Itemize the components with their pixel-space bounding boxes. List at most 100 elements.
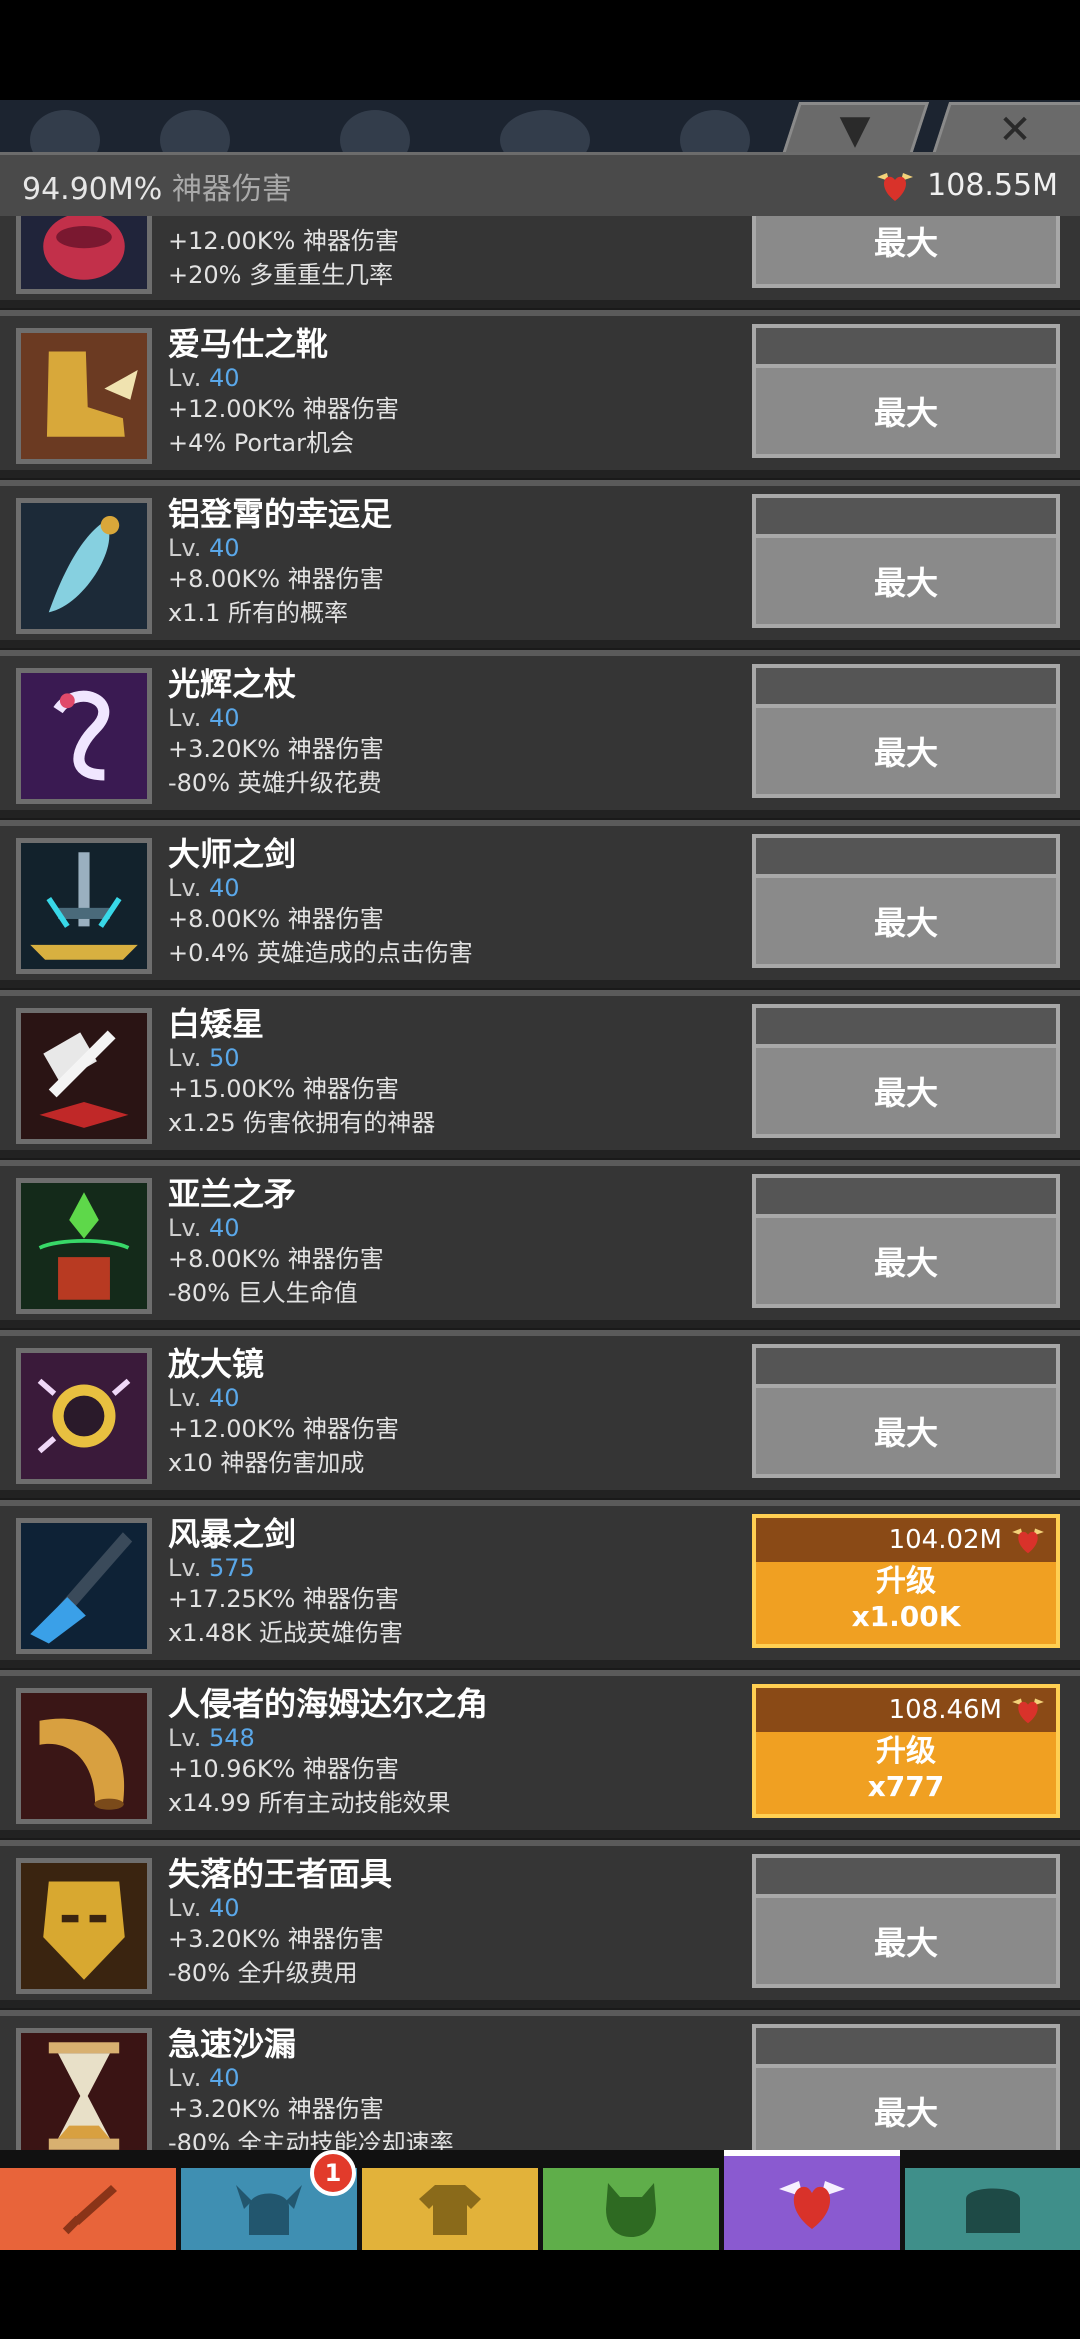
shirt-icon [419,2185,481,2235]
chevron-down-icon: ▼ [839,107,871,153]
upgrade-multiplier: x1.00K [851,1600,961,1633]
artifact-damage-header: 94.90M% 神器伤害 108.55M [0,152,1080,216]
winged-heart-icon [877,172,914,201]
artifact-bonus-primary: +12.00K% 神器伤害 [168,395,399,423]
sword-icon [62,2185,117,2235]
artifact-name: 爱马仕之靴 [168,325,329,363]
artifact-level: Lv. 40 [168,704,240,732]
max-button[interactable]: 最大 [752,664,1060,798]
collapse-button[interactable]: ▼ [780,102,930,158]
bottom-navigation: 1 [0,2150,1080,2250]
artifact-bonus-primary: +17.25K% 神器伤害 [168,1585,399,1613]
close-button[interactable]: ✕ [930,102,1080,158]
status-bar-area [0,0,1080,100]
list-item: 失落的王者面具 Lv. 40 +3.20K% 神器伤害 -80% 全升级费用 最… [0,1840,1080,2008]
king-mask-icon [16,1858,152,1994]
list-item: 急速沙漏 Lv. 40 +3.20K% 神器伤害 -80% 全主动技能冷却速率 … [0,2010,1080,2150]
horn-icon [16,1688,152,1824]
artifact-name: 亚兰之矛 [168,1175,297,1213]
max-button[interactable]: 最大 [752,1854,1060,1988]
notification-badge: 1 [310,2150,356,2196]
magnifier-icon [16,1348,152,1484]
artifact-bonus-secondary: +20% 多重重生几率 [168,261,394,289]
artifact-name: 风暴之剑 [168,1515,297,1553]
artifact-level: Lv. 40 [168,1214,240,1242]
list-item: 光辉之杖 Lv. 40 +3.20K% 神器伤害 -80% 英雄升级花费 最大 [0,650,1080,818]
viking-helmet-icon [236,2185,302,2235]
artifact-bonus-primary: +3.20K% 神器伤害 [168,1925,384,1953]
artifact-bonus-secondary: x10 神器伤害加成 [168,1449,365,1477]
world-icon[interactable] [500,110,590,158]
max-button[interactable]: 最大 [752,1174,1060,1308]
upgrade-button[interactable]: 108.46M 升级 x777 [752,1684,1060,1818]
upgrade-button[interactable]: 104.02M 升级 x1.00K [752,1514,1060,1648]
equipment-tab[interactable] [362,2168,538,2250]
master-sword-icon [16,838,152,974]
tournament-icon[interactable] [680,110,750,158]
artifact-bonus-secondary: +4% Portar机会 [168,429,354,457]
max-button[interactable]: 最大 [752,834,1060,968]
artifact-name: 急速沙漏 [168,2025,297,2063]
hammer-icon [16,1008,152,1144]
pets-tab[interactable] [543,2168,719,2250]
relic-currency: 108.55M [927,168,1058,203]
list-item: 白矮星 Lv. 50 +15.00K% 神器伤害 x1.25 伤害依拥有的神器 … [0,990,1080,1158]
artifact-name: 白矮星 [168,1005,265,1043]
artifacts-tab[interactable] [724,2150,900,2250]
artifact-bonus-primary: +12.00K% 神器伤害 [168,227,399,255]
max-button[interactable]: 最大 [752,1344,1060,1478]
artifact-name: 失落的王者面具 [168,1855,393,1893]
artifact-bonus-secondary: x1.1 所有的概率 [168,599,348,627]
artifact-level: Lv. 548 [168,1724,255,1752]
artifact-name: 放大镜 [168,1345,265,1383]
lucky-foot-icon [16,498,152,634]
max-button[interactable]: 最大 [752,324,1060,458]
artifact-level: Lv. 40 [168,1894,240,1922]
chest-icon [965,2188,1020,2233]
artifact-level: Lv. 40 [168,1384,240,1412]
radiant-staff-icon [16,668,152,804]
storm-sword-icon [16,1518,152,1654]
upgrade-cost: 104.02M [888,1525,1002,1555]
close-icon: ✕ [998,107,1032,153]
shop-tab[interactable] [905,2168,1080,2250]
spear-icon [16,1178,152,1314]
settings-gear-icon[interactable] [30,110,100,158]
hourglass-icon [16,2028,152,2150]
artifact-bonus-primary: +8.00K% 神器伤害 [168,905,384,933]
total-damage-label: 神器伤害 [171,171,292,207]
artifact-bonus-secondary: -80% 巨人生命值 [168,1279,358,1307]
artifact-list[interactable]: +12.00K% 神器伤害 +20% 多重重生几率 最大 爱马仕之靴 Lv. 4… [0,216,1080,2150]
artifact-bonus-primary: +15.00K% 神器伤害 [168,1075,399,1103]
artifact-level: Lv. 40 [168,534,240,562]
winged-heart-icon [779,2181,845,2229]
artifact-bonus-secondary: x1.25 伤害依拥有的神器 [168,1109,436,1137]
artifact-name: 光辉之杖 [168,665,297,703]
winged-heart-icon [1012,1528,1044,1554]
sword-tab[interactable] [0,2168,176,2250]
max-button[interactable]: 最大 [752,2024,1060,2150]
list-item: +12.00K% 神器伤害 +20% 多重重生几率 最大 [0,216,1080,308]
artifact-bonus-primary: +3.20K% 神器伤害 [168,2095,384,2123]
max-button[interactable]: 最大 [752,216,1060,288]
map-icon[interactable] [340,110,410,158]
artifact-bonus-secondary: -80% 全升级费用 [168,1959,358,1987]
gesture-bar-area [0,2250,1080,2339]
max-button[interactable]: 最大 [752,494,1060,628]
artifact-bonus-secondary: -80% 全主动技能冷却速率 [168,2129,454,2150]
artifact-bonus-primary: +8.00K% 神器伤害 [168,565,384,593]
artifact-name: 大师之剑 [168,835,297,873]
upgrade-cost: 108.46M [888,1695,1002,1725]
artifact-name: 人侵者的海姆达尔之角 [168,1685,489,1723]
artifact-bonus-secondary: x1.48K 近战英雄伤害 [168,1619,404,1647]
artifact-level: Lv. 575 [168,1554,255,1582]
artifact-bonus-primary: +10.96K% 神器伤害 [168,1755,399,1783]
clan-icon[interactable] [160,110,230,158]
list-item: 放大镜 Lv. 40 +12.00K% 神器伤害 x10 神器伤害加成 最大 [0,1330,1080,1498]
artifact-name: 铝登霄的幸运足 [168,495,393,533]
list-item: 风暴之剑 Lv. 575 +17.25K% 神器伤害 x1.48K 近战英雄伤害… [0,1500,1080,1668]
max-button[interactable]: 最大 [752,1004,1060,1138]
upgrade-multiplier: x777 [867,1770,945,1803]
list-item: 大师之剑 Lv. 40 +8.00K% 神器伤害 +0.4% 英雄造成的点击伤害… [0,820,1080,988]
artifact-bonus-primary: +3.20K% 神器伤害 [168,735,384,763]
